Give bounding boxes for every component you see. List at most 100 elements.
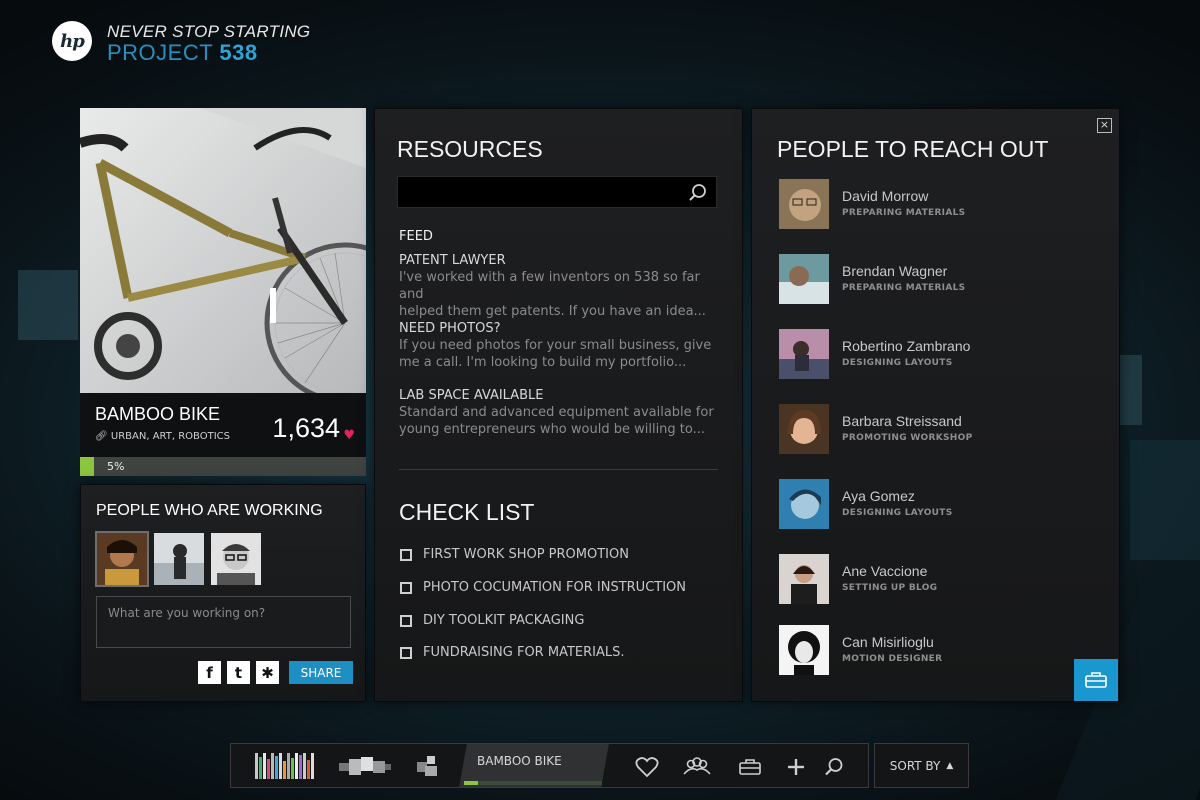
plus-icon[interactable] xyxy=(783,754,809,780)
avatar xyxy=(779,254,829,304)
person-name: Barbara Streissand xyxy=(842,413,962,429)
person-item[interactable]: Can Misirlioglu MOTION DESIGNER xyxy=(779,625,1099,677)
feed-item-title: LAB SPACE AVAILABLE xyxy=(399,388,544,403)
feed-item-title: NEED PHOTOS? xyxy=(399,321,501,336)
share-button[interactable]: SHARE xyxy=(289,661,353,684)
project-tags-text: URBAN, ART, ROBOTICS xyxy=(110,431,230,442)
checklist-item[interactable]: FUNDRAISING FOR MATERIALS. xyxy=(400,645,625,660)
checklist-title: CHECK LIST xyxy=(399,499,535,525)
feed-item-text: If you need photos for your small busine… xyxy=(399,338,712,353)
working-avatars xyxy=(95,531,261,587)
checkbox[interactable] xyxy=(400,548,412,561)
bamboo-bike-photo xyxy=(80,108,366,393)
people-panel: × PEOPLE TO REACH OUT David Morrow PREPA… xyxy=(751,108,1120,702)
checklist-item-label: DIY TOOLKIT PACKAGING xyxy=(423,613,585,628)
background-tile xyxy=(1130,440,1200,560)
project-number: 538 xyxy=(219,40,258,65)
resources-search-input[interactable] xyxy=(397,176,717,208)
person-item[interactable]: Aya Gomez DESIGNING LAYOUTS xyxy=(779,479,1099,531)
bottom-toolbar: BAMBOO BIKE xyxy=(230,743,869,788)
feed-item[interactable]: LAB SPACE AVAILABLE Standard and advance… xyxy=(399,387,724,438)
person-item[interactable]: Barbara Streissand PROMOTING WORKSHOP xyxy=(779,404,1099,456)
project-image[interactable] xyxy=(80,108,366,393)
project-title: PROJECT 538 xyxy=(107,40,258,66)
project-label: PROJECT xyxy=(107,40,213,65)
active-project-progress xyxy=(464,781,602,785)
tagline: NEVER STOP STARTING xyxy=(107,22,311,41)
project-thumbnail[interactable] xyxy=(417,756,439,776)
avatar xyxy=(779,179,829,229)
people-working-panel: PEOPLE WHO ARE WORKING f t ✱ SHARE xyxy=(80,484,366,702)
feed-item-title: PATENT LAWYER xyxy=(399,253,506,268)
person-status: DESIGNING LAYOUTS xyxy=(842,508,953,518)
checkbox[interactable] xyxy=(400,646,412,659)
checkbox[interactable] xyxy=(400,614,412,627)
person-item[interactable]: David Morrow PREPARING MATERIALS xyxy=(779,179,1099,231)
project-tags: 🔗︎ URBAN, ART, ROBOTICS xyxy=(95,431,230,442)
person-status: PROMOTING WORKSHOP xyxy=(842,433,973,443)
heart-icon[interactable] xyxy=(634,754,660,780)
project-progress-bar: 5% xyxy=(80,457,366,476)
sort-by-button[interactable]: SORT BY ▲ xyxy=(874,743,969,788)
toolbox-button[interactable] xyxy=(1074,659,1118,701)
people-working-title: PEOPLE WHO ARE WORKING xyxy=(96,502,323,519)
person-item[interactable]: Ane Vaccione SETTING UP BLOG xyxy=(779,554,1099,606)
avatar xyxy=(779,625,829,675)
person-name: David Morrow xyxy=(842,188,929,204)
feed-item[interactable]: PATENT LAWYER I've worked with a few inv… xyxy=(399,252,724,320)
twitter-icon[interactable]: t xyxy=(227,661,250,684)
tag-icon: 🔗︎ xyxy=(95,431,108,442)
background-tile xyxy=(18,270,78,340)
person-status: PREPARING MATERIALS xyxy=(842,283,966,293)
active-project-label[interactable]: BAMBOO BIKE xyxy=(477,754,562,768)
status-input[interactable] xyxy=(96,596,351,648)
checklist-item[interactable]: FIRST WORK SHOP PROMOTION xyxy=(400,547,629,562)
person-status: SETTING UP BLOG xyxy=(842,583,938,593)
group-icon[interactable] xyxy=(682,754,712,780)
project-caption: BAMBOO BIKE 🔗︎ URBAN, ART, ROBOTICS 1,63… xyxy=(80,393,366,457)
checklist-item[interactable]: DIY TOOLKIT PACKAGING xyxy=(400,613,584,628)
project-title[interactable]: BAMBOO BIKE xyxy=(95,404,220,425)
toolbox-icon xyxy=(1085,672,1107,688)
feed-item[interactable]: NEED PHOTOS? If you need photos for your… xyxy=(399,320,724,371)
like-count: 1,634 xyxy=(272,413,340,443)
person-name: Aya Gomez xyxy=(842,488,915,504)
resources-panel: RESOURCES FEED PATENT LAWYER I've worked… xyxy=(374,108,743,702)
heart-icon[interactable]: ♥ xyxy=(343,428,355,443)
feed-item-text: me a call. I'm looking to build my portf… xyxy=(399,355,687,370)
facebook-icon[interactable]: f xyxy=(198,661,221,684)
checklist-item-label: FUNDRAISING FOR MATERIALS. xyxy=(423,645,625,660)
search-icon[interactable] xyxy=(688,183,708,203)
project-thumbnail[interactable] xyxy=(255,753,315,779)
progress-fill xyxy=(80,457,95,476)
divider xyxy=(399,469,718,470)
myspace-icon[interactable]: ✱ xyxy=(256,661,279,684)
sort-by-label: SORT BY xyxy=(889,758,941,773)
avatar[interactable] xyxy=(211,533,261,585)
progress-label: 5% xyxy=(107,460,125,473)
feed-label: FEED xyxy=(399,229,433,244)
person-name: Robertino Zambrano xyxy=(842,338,971,354)
close-button[interactable]: × xyxy=(1097,118,1112,133)
avatar xyxy=(779,479,829,529)
people-title: PEOPLE TO REACH OUT xyxy=(777,136,1049,162)
avatar[interactable] xyxy=(154,533,204,585)
avatar[interactable] xyxy=(95,531,149,587)
checklist-item-label: PHOTO COCUMATION FOR INSTRUCTION xyxy=(423,580,687,595)
feed-item-text: Standard and advanced equipment availabl… xyxy=(399,405,714,420)
search-icon[interactable] xyxy=(821,754,847,780)
person-item[interactable]: Brendan Wagner PREPARING MATERIALS xyxy=(779,254,1099,306)
caret-up-icon: ▲ xyxy=(946,760,954,771)
checklist-item[interactable]: PHOTO COCUMATION FOR INSTRUCTION xyxy=(400,580,686,595)
person-name: Ane Vaccione xyxy=(842,563,928,579)
checkbox[interactable] xyxy=(400,581,412,594)
toolbox-icon[interactable] xyxy=(737,754,763,780)
hp-logo[interactable]: hp xyxy=(52,21,92,61)
project-thumbnail[interactable] xyxy=(339,757,391,775)
person-item[interactable]: Robertino Zambrano DESIGNING LAYOUTS xyxy=(779,329,1099,381)
avatar xyxy=(779,554,829,604)
person-status: MOTION DESIGNER xyxy=(842,654,943,664)
feed-item-text: helped them get patents. If you have an … xyxy=(399,304,706,319)
background-tile xyxy=(1120,355,1142,425)
avatar xyxy=(779,404,829,454)
